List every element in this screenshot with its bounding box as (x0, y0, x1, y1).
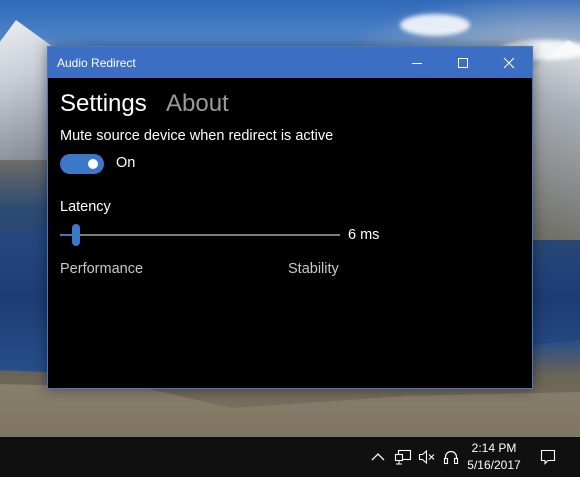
tab-settings[interactable]: Settings (60, 90, 147, 118)
title-bar[interactable]: Audio Redirect (48, 47, 532, 78)
wallpaper-cloud (400, 14, 470, 36)
toggle-state-text: On (116, 155, 136, 171)
tab-about[interactable]: About (166, 90, 229, 118)
stability-label: Stability (288, 261, 339, 277)
action-center-icon (540, 449, 556, 465)
mute-source-label: Mute source device when redirect is acti… (60, 128, 334, 144)
mute-source-toggle[interactable] (60, 154, 104, 174)
chevron-up-icon (371, 453, 385, 461)
volume-muted-icon (418, 449, 435, 465)
latency-slider-thumb[interactable] (72, 224, 80, 246)
audio-redirect-window: Audio Redirect Settings About Mute sourc… (47, 46, 533, 389)
window-title: Audio Redirect (57, 56, 136, 70)
clock-date: 5/16/2017 (467, 458, 521, 472)
maximize-button[interactable] (440, 47, 486, 78)
action-center-button[interactable] (534, 437, 562, 477)
network-icon (394, 449, 412, 465)
taskbar: 2:14 PM 5/16/2017 (0, 437, 580, 477)
clock-time: 2:14 PM (471, 441, 517, 455)
headphones-icon (443, 450, 459, 465)
latency-slider-track[interactable] (60, 234, 340, 236)
maximize-icon (458, 57, 468, 68)
taskbar-clock[interactable]: 2:14 PM 5/16/2017 (462, 440, 526, 474)
toggle-knob (88, 159, 98, 169)
volume-button[interactable] (416, 437, 438, 477)
window-content: Settings About Mute source device when r… (48, 78, 532, 388)
headphones-button[interactable] (440, 437, 462, 477)
performance-label: Performance (60, 261, 144, 277)
close-icon (503, 57, 515, 68)
latency-value: 6 ms (348, 227, 380, 243)
latency-label: Latency (60, 199, 111, 215)
show-hidden-icons-button[interactable] (368, 437, 388, 477)
close-button[interactable] (486, 47, 532, 78)
minimize-icon (412, 62, 422, 64)
minimize-button[interactable] (394, 47, 440, 78)
network-button[interactable] (392, 437, 414, 477)
